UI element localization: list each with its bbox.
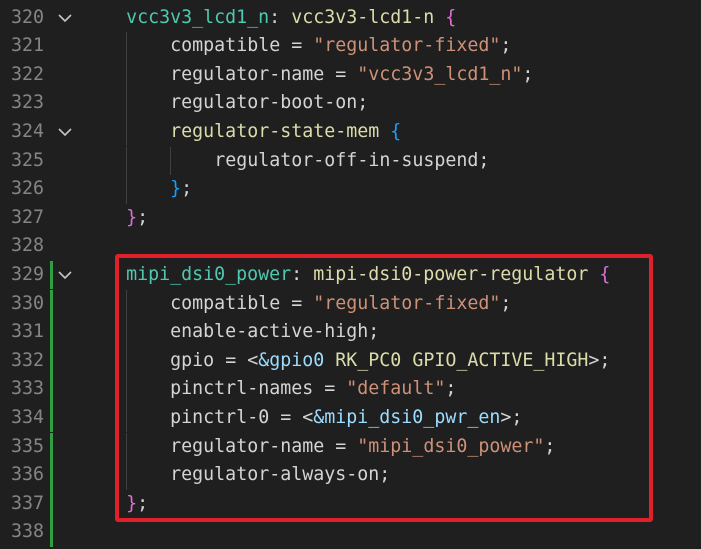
- indent-guide: [170, 146, 172, 176]
- line-number: 328: [10, 235, 44, 257]
- code-token: "regulator-fixed": [313, 35, 501, 57]
- code-token: vcc3v3-lcd1-n: [291, 6, 435, 28]
- line-number: 336: [10, 464, 44, 486]
- modified-gutter-marker: [50, 289, 53, 319]
- line-number: 326: [10, 178, 44, 200]
- line-number: 320: [10, 6, 44, 28]
- indent-guide: [126, 89, 128, 118]
- modified-gutter-marker: [50, 403, 53, 433]
- code-token: regulator-off-in-suspend: [214, 149, 479, 171]
- code-token: ;: [181, 178, 193, 200]
- code-token: regulator-boot-on: [170, 92, 358, 114]
- code-line[interactable]: 321 compatible = "regulator-fixed";: [0, 32, 701, 61]
- code-token: regulator-state-mem: [170, 120, 380, 142]
- line-number: 323: [10, 92, 44, 114]
- code-token: }: [170, 178, 182, 200]
- code-line[interactable]: 327};: [0, 204, 701, 233]
- code-line[interactable]: 323 regulator-boot-on;: [0, 89, 701, 118]
- code-text: };: [170, 175, 192, 204]
- code-token: =: [324, 63, 358, 85]
- line-number: 337: [10, 492, 44, 514]
- modified-gutter-marker: [50, 489, 53, 519]
- line-number: 335: [10, 435, 44, 457]
- code-text: };: [126, 204, 148, 233]
- code-text: regulator-state-mem {: [170, 118, 401, 147]
- code-line[interactable]: 320 vcc3v3_lcd1_n: vcc3v3-lcd1-n {: [0, 4, 701, 33]
- line-number: 325: [10, 149, 44, 171]
- modified-gutter-marker: [50, 461, 53, 490]
- code-token: :: [269, 6, 292, 28]
- line-number: 338: [10, 521, 44, 543]
- indent-guide: [126, 175, 128, 204]
- code-line[interactable]: 326};: [0, 175, 701, 204]
- code-line[interactable]: 338: [0, 518, 701, 547]
- code-text: compatible = "regulator-fixed";: [170, 32, 511, 61]
- code-token: compatible: [170, 35, 281, 57]
- code-line[interactable]: 322 regulator-name = "vcc3v3_lcd1_n";: [0, 60, 701, 90]
- highlight-annotation-box: [115, 254, 653, 522]
- line-number: 333: [10, 378, 44, 400]
- code-token: ;: [357, 92, 369, 114]
- code-token: ;: [522, 63, 534, 85]
- code-text: vcc3v3_lcd1_n: vcc3v3-lcd1-n {: [126, 4, 456, 33]
- line-number: 324: [10, 120, 44, 142]
- code-token: regulator-name: [170, 63, 325, 85]
- line-number: 331: [10, 321, 44, 343]
- code-token: {: [445, 6, 457, 28]
- indent-guide: [126, 60, 128, 90]
- code-token: ;: [478, 149, 490, 171]
- code-text: regulator-off-in-suspend;: [214, 147, 489, 176]
- line-number: 334: [10, 406, 44, 428]
- line-number: 330: [10, 292, 44, 314]
- indent-guide: [126, 32, 128, 61]
- code-line[interactable]: 324 regulator-state-mem {: [0, 117, 701, 147]
- modified-gutter-marker: [50, 318, 53, 347]
- indent-guide: [126, 146, 128, 176]
- code-token: }: [126, 206, 138, 228]
- modified-gutter-marker: [50, 432, 53, 462]
- code-token: {: [390, 120, 402, 142]
- code-token: ;: [137, 206, 149, 228]
- line-number: 332: [10, 349, 44, 371]
- line-number: 322: [10, 63, 44, 85]
- line-number: 327: [10, 206, 44, 228]
- code-token: "vcc3v3_lcd1_n": [357, 63, 523, 85]
- code-text: regulator-name = "vcc3v3_lcd1_n";: [170, 61, 533, 90]
- fold-chevron-down-icon[interactable]: [56, 261, 74, 290]
- modified-gutter-marker: [50, 518, 53, 547]
- code-text: regulator-boot-on;: [170, 89, 368, 118]
- code-token: =: [280, 35, 314, 57]
- code-token: vcc3v3_lcd1_n: [126, 6, 270, 28]
- modified-gutter-marker: [50, 375, 53, 404]
- code-line[interactable]: 325 regulator-off-in-suspend;: [0, 146, 701, 176]
- code-token: ;: [500, 35, 512, 57]
- fold-chevron-down-icon[interactable]: [56, 4, 74, 33]
- indent-guide: [126, 117, 128, 147]
- modified-gutter-marker: [50, 346, 53, 376]
- line-number: 329: [10, 263, 44, 285]
- fold-chevron-down-icon[interactable]: [56, 118, 74, 147]
- line-number: 321: [10, 35, 44, 57]
- modified-gutter-marker: [50, 260, 53, 290]
